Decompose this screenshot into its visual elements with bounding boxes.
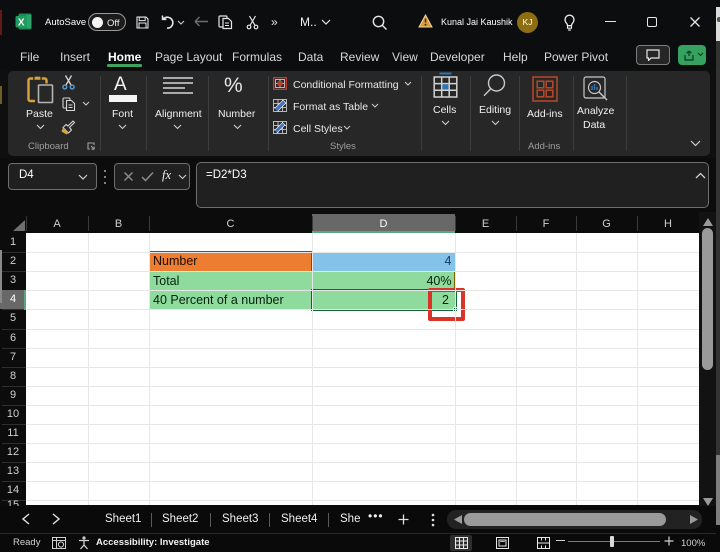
svg-text:X: X [18, 18, 25, 29]
